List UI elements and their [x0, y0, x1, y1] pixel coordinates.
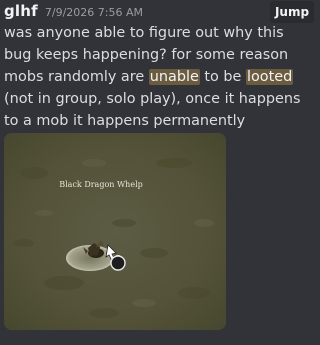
- mob-nameplate: Black Dragon Whelp: [59, 180, 143, 189]
- message-text-part2: to be: [199, 69, 246, 85]
- search-highlight-unable: unable: [148, 69, 200, 85]
- username[interactable]: glhf: [4, 2, 38, 20]
- chat-message: glhf 7/9/2026 7:56 AM Jump was anyone ab…: [0, 0, 316, 345]
- timestamp: 7/9/2026 7:56 AM: [44, 6, 144, 19]
- jump-button[interactable]: Jump: [270, 1, 314, 23]
- search-highlight-looted: looted: [246, 69, 294, 85]
- message-header: glhf 7/9/2026 7:56 AM: [4, 2, 143, 22]
- ground-texture: [4, 133, 226, 330]
- image-attachment[interactable]: Black Dragon Whelp: [4, 133, 226, 330]
- game-screenshot: Black Dragon Whelp: [4, 133, 226, 330]
